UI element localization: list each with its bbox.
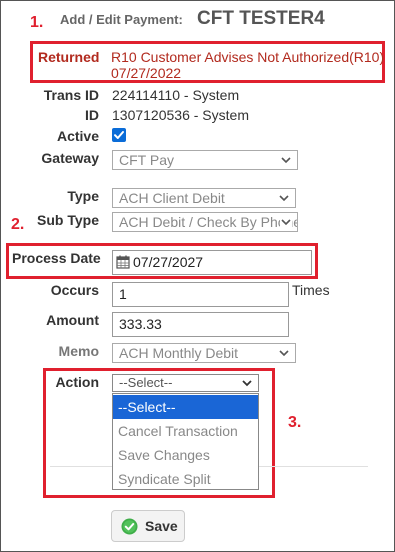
- action-select[interactable]: --Select--: [112, 374, 259, 392]
- action-option-save-changes[interactable]: Save Changes: [113, 443, 258, 467]
- save-button[interactable]: Save: [111, 510, 185, 542]
- returned-reason: R10 Customer Advises Not Authorized(R10): [111, 49, 385, 65]
- check-circle-icon: [121, 518, 138, 535]
- chevron-down-icon: [281, 157, 291, 164]
- process-date-value: 07/27/2027: [133, 254, 204, 270]
- occurs-input[interactable]: 1: [112, 282, 289, 307]
- gateway-select-value: CFT Pay: [119, 152, 174, 168]
- action-dropdown-list: --Select-- Cancel Transaction Save Chang…: [112, 393, 259, 490]
- action-option-select[interactable]: --Select--: [113, 395, 258, 419]
- active-checkbox[interactable]: [112, 128, 126, 142]
- save-button-label: Save: [145, 518, 178, 534]
- occurs-label: Occurs: [50, 282, 99, 298]
- chevron-down-icon: [279, 195, 289, 202]
- memo-select-value: ACH Monthly Debit: [119, 345, 239, 361]
- trans-id-label: Trans ID: [43, 87, 99, 103]
- gateway-label: Gateway: [41, 150, 99, 166]
- action-option-cancel-transaction[interactable]: Cancel Transaction: [113, 419, 258, 443]
- occurs-value: 1: [119, 286, 127, 302]
- page-title: CFT TESTER4: [197, 8, 325, 29]
- id-label: ID: [85, 107, 99, 123]
- type-label: Type: [67, 188, 99, 204]
- amount-input[interactable]: 333.33: [112, 312, 289, 337]
- process-date-input[interactable]: 07/27/2027: [112, 250, 312, 275]
- occurs-unit: Times: [292, 282, 330, 298]
- amount-value: 333.33: [119, 316, 162, 332]
- id-value: 1307120536 - System: [112, 107, 249, 123]
- gateway-select[interactable]: CFT Pay: [112, 150, 298, 170]
- returned-label: Returned: [38, 49, 100, 65]
- action-option-syndicate-split[interactable]: Syndicate Split: [113, 467, 258, 491]
- returned-date: 07/27/2022: [111, 65, 182, 81]
- chevron-down-icon: [280, 217, 292, 227]
- annotation-marker-1: 1.: [30, 14, 44, 31]
- page-title-prefix: Add / Edit Payment:: [60, 12, 183, 27]
- amount-label: Amount: [46, 312, 99, 328]
- annotation-marker-3: 3.: [288, 414, 302, 431]
- subtype-select-value: ACH Debit / Check By Phone: [119, 214, 298, 230]
- memo-select[interactable]: ACH Monthly Debit: [112, 343, 296, 363]
- chevron-down-icon: [279, 350, 289, 357]
- subtype-select[interactable]: ACH Debit / Check By Phone: [112, 212, 298, 232]
- action-label: Action: [55, 374, 99, 390]
- type-select[interactable]: ACH Client Debit: [112, 188, 296, 208]
- chevron-down-icon: [242, 380, 252, 387]
- process-date-label: Process Date: [12, 250, 101, 266]
- action-select-value: --Select--: [119, 375, 173, 390]
- memo-label: Memo: [58, 343, 99, 359]
- annotation-marker-2: 2.: [11, 216, 25, 233]
- calendar-icon: [116, 255, 130, 269]
- returned-value: R10 Customer Advises Not Authorized(R10)…: [111, 49, 384, 81]
- checkmark-icon: [114, 131, 124, 139]
- type-select-value: ACH Client Debit: [119, 190, 225, 206]
- active-label: Active: [56, 128, 99, 144]
- trans-id-value: 224114110 - System: [112, 87, 240, 103]
- subtype-label: Sub Type: [37, 212, 99, 228]
